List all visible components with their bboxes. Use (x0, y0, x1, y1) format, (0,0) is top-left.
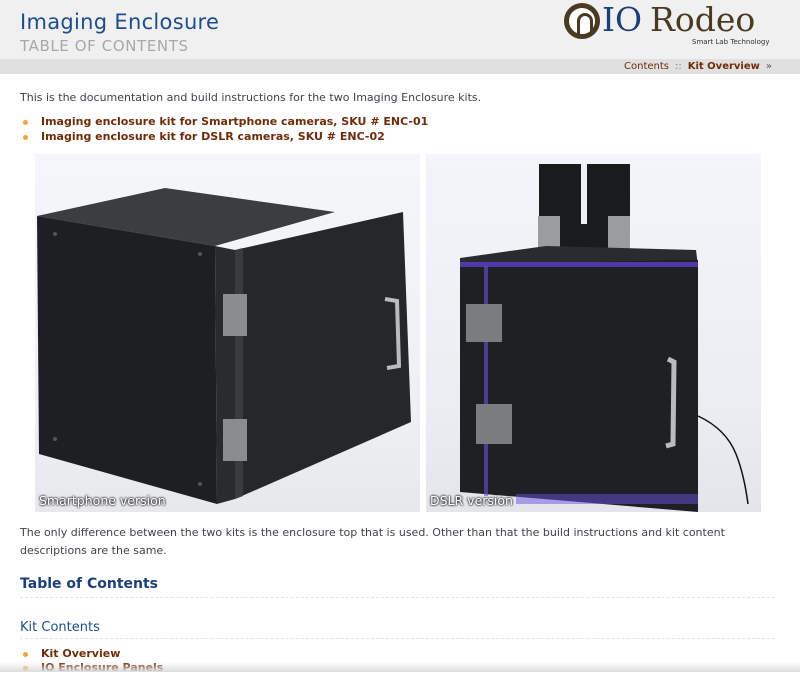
list-item-text[interactable]: Kit Overview (41, 647, 120, 660)
divider (20, 638, 775, 639)
bullet-icon (23, 120, 28, 125)
bottom-shade (0, 662, 800, 672)
dslr-enclosure-illustration (460, 164, 749, 512)
contents-link[interactable]: Contents (624, 61, 669, 72)
divider (20, 597, 775, 598)
intro-text: This is the documentation and build inst… (20, 91, 482, 104)
raquo-icon: » (765, 61, 772, 72)
kit-link-dslr[interactable]: Imaging enclosure kit for DSLR cameras, … (20, 130, 428, 145)
photo-caption: DSLR version (430, 493, 513, 508)
kit-link-text[interactable]: Imaging enclosure kit for Smartphone cam… (41, 115, 428, 128)
logo-tagline: Smart Lab Technology (692, 38, 770, 46)
dslr-enclosure-photo: DSLR version (426, 154, 761, 512)
smartphone-enclosure-illustration (37, 188, 411, 504)
logo-rodeo-text: Rodeo (650, 0, 756, 39)
iorodeo-logo[interactable]: IO Rodeo Smart Lab Technology (562, 0, 772, 52)
kit-link-text[interactable]: Imaging enclosure kit for DSLR cameras, … (41, 130, 385, 143)
horseshoe-icon (564, 3, 600, 39)
site-title[interactable]: Imaging Enclosure (20, 10, 219, 34)
page-header: Imaging Enclosure TABLE OF CONTENTS IO R… (0, 0, 800, 59)
logo-io-text: IO (602, 0, 643, 39)
related-nav-bar: Contents:: Kit Overview » (0, 59, 800, 74)
smartphone-enclosure-photo: Smartphone version (35, 154, 420, 512)
kit-link-smartphone[interactable]: Imaging enclosure kit for Smartphone cam… (20, 115, 428, 130)
bullet-icon (23, 652, 28, 657)
relbar-separator: :: (674, 61, 682, 72)
kit-list: Imaging enclosure kit for Smartphone cam… (20, 115, 428, 145)
photo-caption: Smartphone version (39, 493, 166, 508)
kit-overview-item[interactable]: Kit Overview (20, 647, 163, 661)
site-subtitle: TABLE OF CONTENTS (20, 37, 189, 55)
kit-overview-link[interactable]: Kit Overview (688, 61, 760, 72)
bullet-icon (23, 135, 28, 140)
kit-difference-paragraph: The only difference between the two kits… (20, 526, 725, 557)
kit-contents-heading[interactable]: Kit Contents (20, 620, 100, 635)
toc-heading: Table of Contents (20, 576, 159, 592)
